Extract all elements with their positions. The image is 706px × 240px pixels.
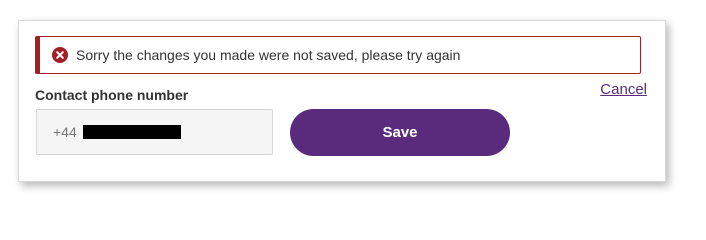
phone-field-label: Contact phone number: [35, 87, 189, 103]
cancel-link[interactable]: Cancel: [600, 81, 647, 98]
phone-country-prefix: +44: [53, 124, 77, 140]
error-message: Sorry the changes you made were not save…: [76, 47, 461, 63]
page: Sorry the changes you made were not save…: [0, 0, 706, 203]
error-x-circle-icon: [52, 47, 68, 63]
phone-input[interactable]: +44: [36, 109, 273, 155]
edit-phone-card: Sorry the changes you made were not save…: [18, 20, 666, 182]
redacted-phone-number: [82, 125, 181, 139]
error-banner: Sorry the changes you made were not save…: [35, 36, 641, 74]
save-button[interactable]: Save: [290, 109, 510, 156]
